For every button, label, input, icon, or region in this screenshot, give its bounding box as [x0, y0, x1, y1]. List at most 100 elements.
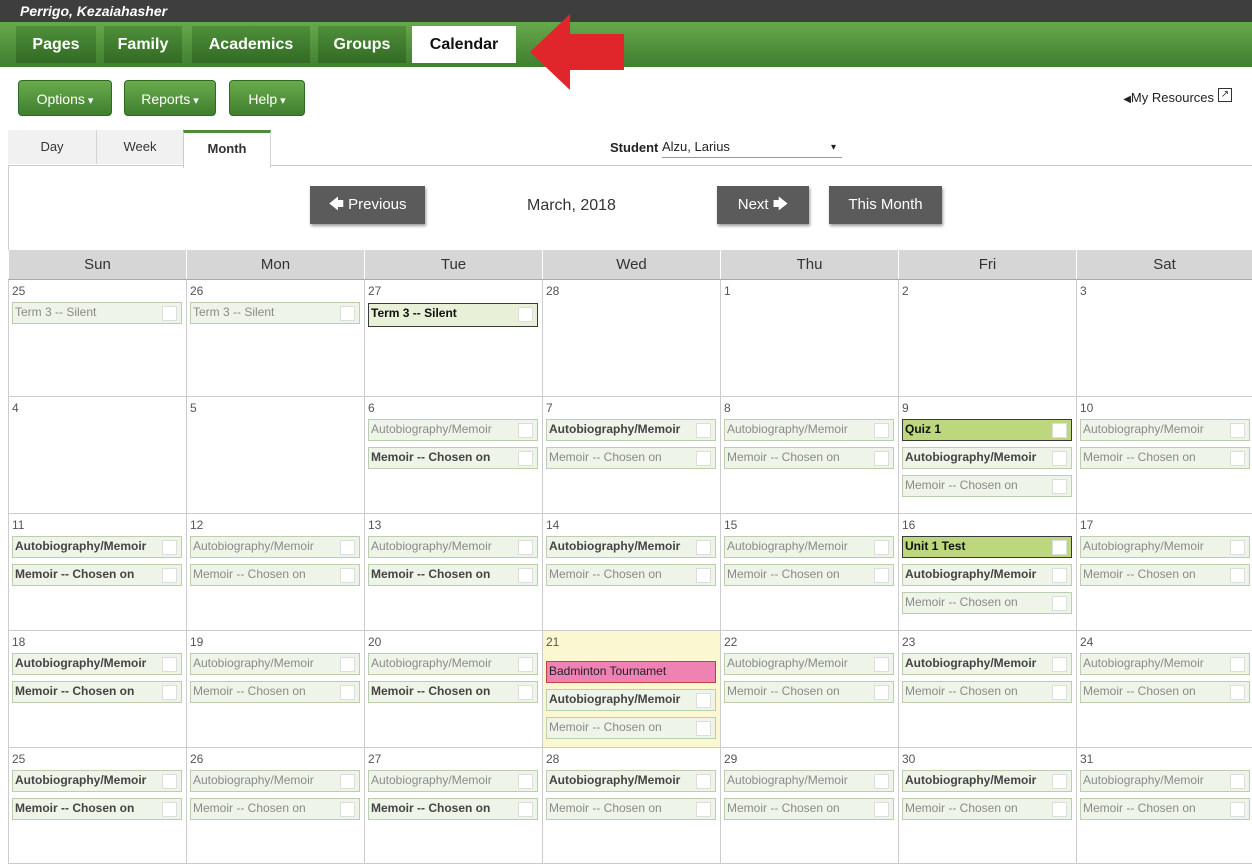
event-checkbox[interactable] — [1052, 479, 1067, 494]
calendar-event[interactable]: Memoir -- Chosen on — [546, 798, 716, 820]
calendar-day-cell[interactable]: 14 Autobiography/Memoir Memoir -- Chosen o… — [542, 514, 720, 631]
tab-family[interactable]: Family — [104, 26, 182, 63]
event-checkbox[interactable] — [340, 774, 355, 789]
calendar-day-cell[interactable]: 18 Autobiography/Memoir Memoir -- Chosen o… — [8, 631, 186, 748]
calendar-day-cell[interactable]: 11 Autobiography/Memoir Memoir -- Chosen o… — [8, 514, 186, 631]
calendar-event[interactable]: Memoir -- Chosen on — [902, 798, 1072, 820]
event-checkbox[interactable] — [696, 451, 711, 466]
calendar-event[interactable]: Quiz 1 — [902, 419, 1072, 441]
tab-calendar[interactable]: Calendar — [412, 26, 516, 63]
calendar-event[interactable]: Autobiography/Memoir — [1080, 536, 1250, 558]
event-checkbox[interactable] — [1052, 774, 1067, 789]
calendar-event[interactable]: Term 3 -- Silent — [190, 302, 360, 324]
calendar-event[interactable]: Autobiography/Memoir — [724, 770, 894, 792]
event-checkbox[interactable] — [1052, 540, 1067, 555]
calendar-event[interactable]: Autobiography/Memoir — [1080, 653, 1250, 675]
calendar-event[interactable]: Memoir -- Chosen on — [1080, 681, 1250, 703]
event-checkbox[interactable] — [696, 568, 711, 583]
calendar-event[interactable]: Memoir -- Chosen on — [1080, 447, 1250, 469]
calendar-event[interactable]: Memoir -- Chosen on — [368, 564, 538, 586]
calendar-event[interactable]: Autobiography/Memoir — [902, 770, 1072, 792]
event-checkbox[interactable] — [1052, 451, 1067, 466]
calendar-day-cell[interactable]: 29 Autobiography/Memoir Memoir -- Chosen o… — [720, 748, 898, 864]
calendar-event[interactable]: Autobiography/Memoir — [546, 536, 716, 558]
calendar-event[interactable]: Autobiography/Memoir — [190, 770, 360, 792]
reports-button[interactable]: Reports ▾ — [124, 80, 216, 116]
event-checkbox[interactable] — [1230, 657, 1245, 672]
event-checkbox[interactable] — [874, 657, 889, 672]
calendar-event[interactable]: Autobiography/Memoir — [902, 447, 1072, 469]
event-checkbox[interactable] — [696, 423, 711, 438]
calendar-event[interactable]: Autobiography/Memoir — [12, 536, 182, 558]
event-checkbox[interactable] — [162, 306, 177, 321]
student-select[interactable]: Alzu, Larius ▾ — [662, 137, 842, 158]
calendar-day-cell[interactable]: 1 — [720, 280, 898, 397]
event-checkbox[interactable] — [340, 306, 355, 321]
event-checkbox[interactable] — [162, 802, 177, 817]
calendar-day-cell[interactable]: 22 Autobiography/Memoir Memoir -- Chosen o… — [720, 631, 898, 748]
event-checkbox[interactable] — [874, 423, 889, 438]
event-checkbox[interactable] — [874, 774, 889, 789]
calendar-day-cell[interactable]: 24 Autobiography/Memoir Memoir -- Chosen o… — [1076, 631, 1252, 748]
calendar-event[interactable]: Memoir -- Chosen on — [724, 564, 894, 586]
event-checkbox[interactable] — [162, 774, 177, 789]
calendar-event[interactable]: Memoir -- Chosen on — [190, 681, 360, 703]
calendar-day-cell[interactable]: 2 — [898, 280, 1076, 397]
calendar-event[interactable]: Autobiography/Memoir — [368, 770, 538, 792]
event-checkbox[interactable] — [518, 802, 533, 817]
calendar-day-cell[interactable]: 26 Term 3 -- Silent — [186, 280, 364, 397]
calendar-event[interactable]: Memoir -- Chosen on — [546, 564, 716, 586]
calendar-event[interactable]: Autobiography/Memoir — [546, 770, 716, 792]
calendar-event[interactable]: Memoir -- Chosen on — [1080, 564, 1250, 586]
calendar-day-cell[interactable]: 3 — [1076, 280, 1252, 397]
calendar-day-cell[interactable]: 31 Autobiography/Memoir Memoir -- Chosen o… — [1076, 748, 1252, 864]
calendar-day-cell[interactable]: 30 Autobiography/Memoir Memoir -- Chosen o… — [898, 748, 1076, 864]
help-button[interactable]: Help ▾ — [229, 80, 305, 116]
calendar-event[interactable]: Autobiography/Memoir — [12, 770, 182, 792]
tab-groups[interactable]: Groups — [318, 26, 406, 63]
event-checkbox[interactable] — [1230, 685, 1245, 700]
event-checkbox[interactable] — [874, 802, 889, 817]
calendar-day-cell[interactable]: 21 Badminton Tournamet Autobiography/Memoi… — [542, 631, 720, 748]
event-checkbox[interactable] — [696, 721, 711, 736]
calendar-event[interactable]: Autobiography/Memoir — [190, 536, 360, 558]
calendar-event[interactable]: Autobiography/Memoir — [190, 653, 360, 675]
calendar-event[interactable]: Autobiography/Memoir — [724, 419, 894, 441]
event-checkbox[interactable] — [1230, 774, 1245, 789]
calendar-event[interactable]: Term 3 -- Silent — [368, 303, 538, 327]
calendar-event[interactable]: Memoir -- Chosen on — [546, 717, 716, 739]
calendar-event[interactable]: Autobiography/Memoir — [724, 536, 894, 558]
calendar-day-cell[interactable]: 27 Term 3 -- Silent — [364, 280, 542, 397]
event-checkbox[interactable] — [340, 568, 355, 583]
calendar-event[interactable]: Memoir -- Chosen on — [902, 475, 1072, 497]
calendar-day-cell[interactable]: 28 — [542, 280, 720, 397]
tab-academics[interactable]: Academics — [192, 26, 310, 63]
event-checkbox[interactable] — [518, 423, 533, 438]
event-checkbox[interactable] — [162, 657, 177, 672]
calendar-day-cell[interactable]: 8 Autobiography/Memoir Memoir -- Chosen on — [720, 397, 898, 514]
event-checkbox[interactable] — [518, 307, 533, 322]
event-checkbox[interactable] — [1230, 540, 1245, 555]
event-checkbox[interactable] — [1052, 423, 1067, 438]
tab-week[interactable]: Week — [97, 130, 184, 164]
calendar-event[interactable]: Memoir -- Chosen on — [12, 798, 182, 820]
calendar-event[interactable]: Memoir -- Chosen on — [190, 798, 360, 820]
event-checkbox[interactable] — [162, 568, 177, 583]
event-checkbox[interactable] — [340, 657, 355, 672]
calendar-event[interactable]: Badminton Tournamet — [546, 661, 716, 683]
event-checkbox[interactable] — [874, 451, 889, 466]
calendar-event[interactable]: Memoir -- Chosen on — [724, 447, 894, 469]
calendar-event[interactable]: Autobiography/Memoir — [902, 653, 1072, 675]
calendar-day-cell[interactable]: 20 Autobiography/Memoir Memoir -- Chosen o… — [364, 631, 542, 748]
calendar-event[interactable]: Autobiography/Memoir — [368, 419, 538, 441]
calendar-event[interactable]: Autobiography/Memoir — [368, 536, 538, 558]
event-checkbox[interactable] — [696, 774, 711, 789]
calendar-event[interactable]: Term 3 -- Silent — [12, 302, 182, 324]
calendar-event[interactable]: Autobiography/Memoir — [368, 653, 538, 675]
calendar-day-cell[interactable]: 19 Autobiography/Memoir Memoir -- Chosen o… — [186, 631, 364, 748]
calendar-event[interactable]: Memoir -- Chosen on — [724, 798, 894, 820]
event-checkbox[interactable] — [874, 685, 889, 700]
calendar-day-cell[interactable]: 27 Autobiography/Memoir Memoir -- Chosen o… — [364, 748, 542, 864]
event-checkbox[interactable] — [340, 685, 355, 700]
calendar-event[interactable]: Memoir -- Chosen on — [12, 564, 182, 586]
